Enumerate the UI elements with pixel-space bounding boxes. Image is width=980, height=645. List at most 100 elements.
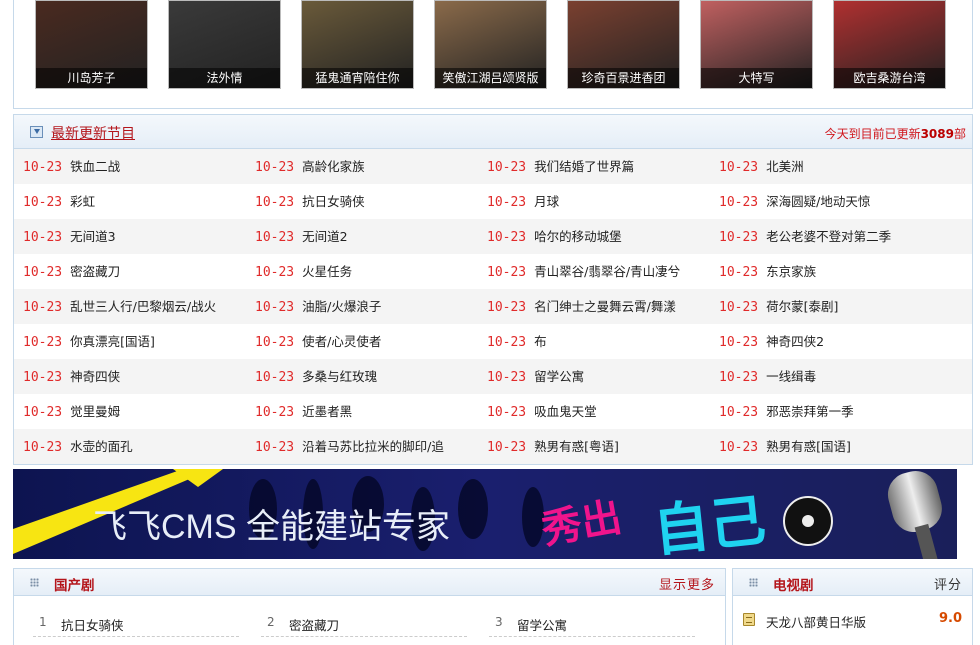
program-title-link[interactable]: 名门绅士之曼舞云霄/舞漾 bbox=[534, 299, 676, 314]
program-title-link[interactable]: 乱世三人行/巴黎烟云/战火 bbox=[70, 299, 216, 314]
latest-item[interactable]: 10-23 使者/心灵使者 bbox=[246, 324, 472, 359]
program-title-link[interactable]: 沿着马苏比拉米的脚印/追 bbox=[302, 439, 444, 454]
latest-item[interactable]: 10-23 油脂/火爆浪子 bbox=[246, 289, 472, 324]
tv-drama-title-link[interactable]: 天龙八部黄日华版 bbox=[766, 612, 866, 631]
program-title-link[interactable]: 深海圆疑/地动天惊 bbox=[766, 194, 870, 209]
poster-item[interactable]: 珍奇百景进香团 bbox=[567, 0, 680, 89]
promo-banner[interactable]: 飞飞CMS 全能建站专家 秀出 自己 bbox=[13, 469, 957, 559]
latest-item[interactable]: 10-23 熟男有惑[粤语] bbox=[478, 429, 704, 464]
latest-item[interactable]: 10-23 神奇四侠2 bbox=[710, 324, 936, 359]
program-title-link[interactable]: 北美洲 bbox=[766, 159, 804, 174]
latest-item[interactable]: 10-23 名门绅士之曼舞云霄/舞漾 bbox=[478, 289, 704, 324]
latest-item[interactable]: 10-23 留学公寓 bbox=[478, 359, 704, 394]
latest-item[interactable]: 10-23 邪恶崇拜第一季 bbox=[710, 394, 936, 429]
poster-item[interactable]: 欧吉桑游台湾 bbox=[833, 0, 946, 89]
program-title-link[interactable]: 留学公寓 bbox=[534, 369, 584, 384]
program-title-link[interactable]: 吸血鬼天堂 bbox=[534, 404, 597, 419]
latest-item[interactable]: 10-23 月球 bbox=[478, 184, 704, 219]
latest-item[interactable]: 10-23 神奇四侠 bbox=[14, 359, 240, 394]
latest-item[interactable]: 10-23 无间道3 bbox=[14, 219, 240, 254]
poster-item[interactable]: 笑傲江湖吕颂贤版 bbox=[434, 0, 547, 89]
latest-item[interactable]: 10-23 北美洲 bbox=[710, 149, 936, 184]
drama-title-link[interactable]: 密盗藏刀 bbox=[289, 615, 339, 634]
update-date: 10-23 bbox=[719, 405, 759, 420]
latest-item[interactable]: 10-23 觉里曼姆 bbox=[14, 394, 240, 429]
poster-item[interactable]: 猛鬼通宵陪住你 bbox=[301, 0, 414, 89]
poster-caption: 欧吉桑游台湾 bbox=[834, 68, 945, 88]
program-title-link[interactable]: 青山翠谷/翡翠谷/青山凄兮 bbox=[534, 264, 680, 279]
latest-item[interactable]: 10-23 东京家族 bbox=[710, 254, 936, 289]
program-title-link[interactable]: 哈尔的移动城堡 bbox=[534, 229, 622, 244]
show-more-link[interactable]: 显示更多 bbox=[659, 574, 715, 593]
ranking-item[interactable]: 3 留学公寓 bbox=[489, 609, 695, 637]
program-title-link[interactable]: 抗日女骑侠 bbox=[302, 194, 365, 209]
program-title-link[interactable]: 老公老婆不登对第二季 bbox=[766, 229, 891, 244]
program-title-link[interactable]: 觉里曼姆 bbox=[70, 404, 120, 419]
program-title-link[interactable]: 荷尔蒙[泰剧] bbox=[766, 299, 838, 314]
download-arrow-icon bbox=[30, 126, 43, 138]
rank-number: 3 bbox=[495, 615, 503, 629]
latest-item[interactable]: 10-23 哈尔的移动城堡 bbox=[478, 219, 704, 254]
program-title-link[interactable]: 多桑与红玫瑰 bbox=[302, 369, 377, 384]
program-title-link[interactable]: 神奇四侠2 bbox=[766, 334, 824, 349]
program-title-link[interactable]: 火星任务 bbox=[302, 264, 352, 279]
update-date: 10-23 bbox=[255, 160, 295, 175]
program-title-link[interactable]: 熟男有惑[国语] bbox=[766, 439, 851, 454]
latest-item[interactable]: 10-23 抗日女骑侠 bbox=[246, 184, 472, 219]
program-title-link[interactable]: 油脂/火爆浪子 bbox=[302, 299, 381, 314]
latest-item[interactable]: 10-23 铁血二战 bbox=[14, 149, 240, 184]
latest-updates-title-link[interactable]: 最新更新节目 bbox=[51, 123, 135, 143]
program-title-link[interactable]: 我们结婚了世界篇 bbox=[534, 159, 634, 174]
program-title-link[interactable]: 密盗藏刀 bbox=[70, 264, 120, 279]
latest-item[interactable]: 10-23 荷尔蒙[泰剧] bbox=[710, 289, 936, 324]
latest-item[interactable]: 10-23 布 bbox=[478, 324, 704, 359]
program-title-link[interactable]: 近墨者黑 bbox=[302, 404, 352, 419]
tv-drama-item[interactable]: 天龙八部黄日华版 9.0 bbox=[733, 609, 972, 631]
program-title-link[interactable]: 神奇四侠 bbox=[70, 369, 120, 384]
banner-slogan: 飞飞CMS 全能建站专家 bbox=[93, 508, 450, 546]
latest-item[interactable]: 10-23 沿着马苏比拉米的脚印/追 bbox=[246, 429, 472, 464]
latest-item[interactable]: 10-23 无间道2 bbox=[246, 219, 472, 254]
program-title-link[interactable]: 邪恶崇拜第一季 bbox=[766, 404, 854, 419]
update-date: 10-23 bbox=[255, 405, 295, 420]
program-title-link[interactable]: 彩虹 bbox=[70, 194, 95, 209]
program-title-link[interactable]: 铁血二战 bbox=[70, 159, 120, 174]
drama-title-link[interactable]: 抗日女骑侠 bbox=[61, 615, 124, 634]
latest-item[interactable]: 10-23 吸血鬼天堂 bbox=[478, 394, 704, 429]
program-title-link[interactable]: 布 bbox=[534, 334, 547, 349]
latest-row: 10-23 彩虹 10-23 抗日女骑侠 10-23 月球 10-23 深海圆疑/地动天惊 bbox=[14, 184, 972, 219]
program-title-link[interactable]: 使者/心灵使者 bbox=[302, 334, 381, 349]
latest-item[interactable]: 10-23 老公老婆不登对第二季 bbox=[710, 219, 936, 254]
latest-item[interactable]: 10-23 水壶的面孔 bbox=[14, 429, 240, 464]
poster-item[interactable]: 法外情 bbox=[168, 0, 281, 89]
latest-item[interactable]: 10-23 火星任务 bbox=[246, 254, 472, 289]
ranking-item[interactable]: 1 抗日女骑侠 bbox=[33, 609, 239, 637]
latest-item[interactable]: 10-23 密盗藏刀 bbox=[14, 254, 240, 289]
latest-item[interactable]: 10-23 近墨者黑 bbox=[246, 394, 472, 429]
poster-item[interactable]: 川岛芳子 bbox=[35, 0, 148, 89]
drama-title-link[interactable]: 留学公寓 bbox=[517, 615, 567, 634]
latest-item[interactable]: 10-23 熟男有惑[国语] bbox=[710, 429, 936, 464]
program-title-link[interactable]: 月球 bbox=[534, 194, 559, 209]
program-title-link[interactable]: 熟男有惑[粤语] bbox=[534, 439, 619, 454]
latest-item[interactable]: 10-23 高龄化家族 bbox=[246, 149, 472, 184]
latest-item[interactable]: 10-23 我们结婚了世界篇 bbox=[478, 149, 704, 184]
ranking-item[interactable]: 2 密盗藏刀 bbox=[261, 609, 467, 637]
latest-updates-header: 最新更新节目 今天到目前已更新3089部 bbox=[14, 115, 972, 149]
program-title-link[interactable]: 无间道2 bbox=[302, 229, 347, 244]
program-title-link[interactable]: 东京家族 bbox=[766, 264, 816, 279]
program-title-link[interactable]: 一线缉毒 bbox=[766, 369, 816, 384]
poster-item[interactable]: 大特写 bbox=[700, 0, 813, 89]
latest-item[interactable]: 10-23 一线缉毒 bbox=[710, 359, 936, 394]
latest-row: 10-23 神奇四侠 10-23 多桑与红玫瑰 10-23 留学公寓 10-23 一线缉毒 bbox=[14, 359, 972, 394]
program-title-link[interactable]: 无间道3 bbox=[70, 229, 115, 244]
latest-item[interactable]: 10-23 你真漂亮[国语] bbox=[14, 324, 240, 359]
latest-item[interactable]: 10-23 乱世三人行/巴黎烟云/战火 bbox=[14, 289, 240, 324]
program-title-link[interactable]: 水壶的面孔 bbox=[70, 439, 133, 454]
latest-item[interactable]: 10-23 深海圆疑/地动天惊 bbox=[710, 184, 936, 219]
latest-item[interactable]: 10-23 彩虹 bbox=[14, 184, 240, 219]
latest-item[interactable]: 10-23 青山翠谷/翡翠谷/青山凄兮 bbox=[478, 254, 704, 289]
program-title-link[interactable]: 你真漂亮[国语] bbox=[70, 334, 155, 349]
latest-item[interactable]: 10-23 多桑与红玫瑰 bbox=[246, 359, 472, 394]
program-title-link[interactable]: 高龄化家族 bbox=[302, 159, 365, 174]
